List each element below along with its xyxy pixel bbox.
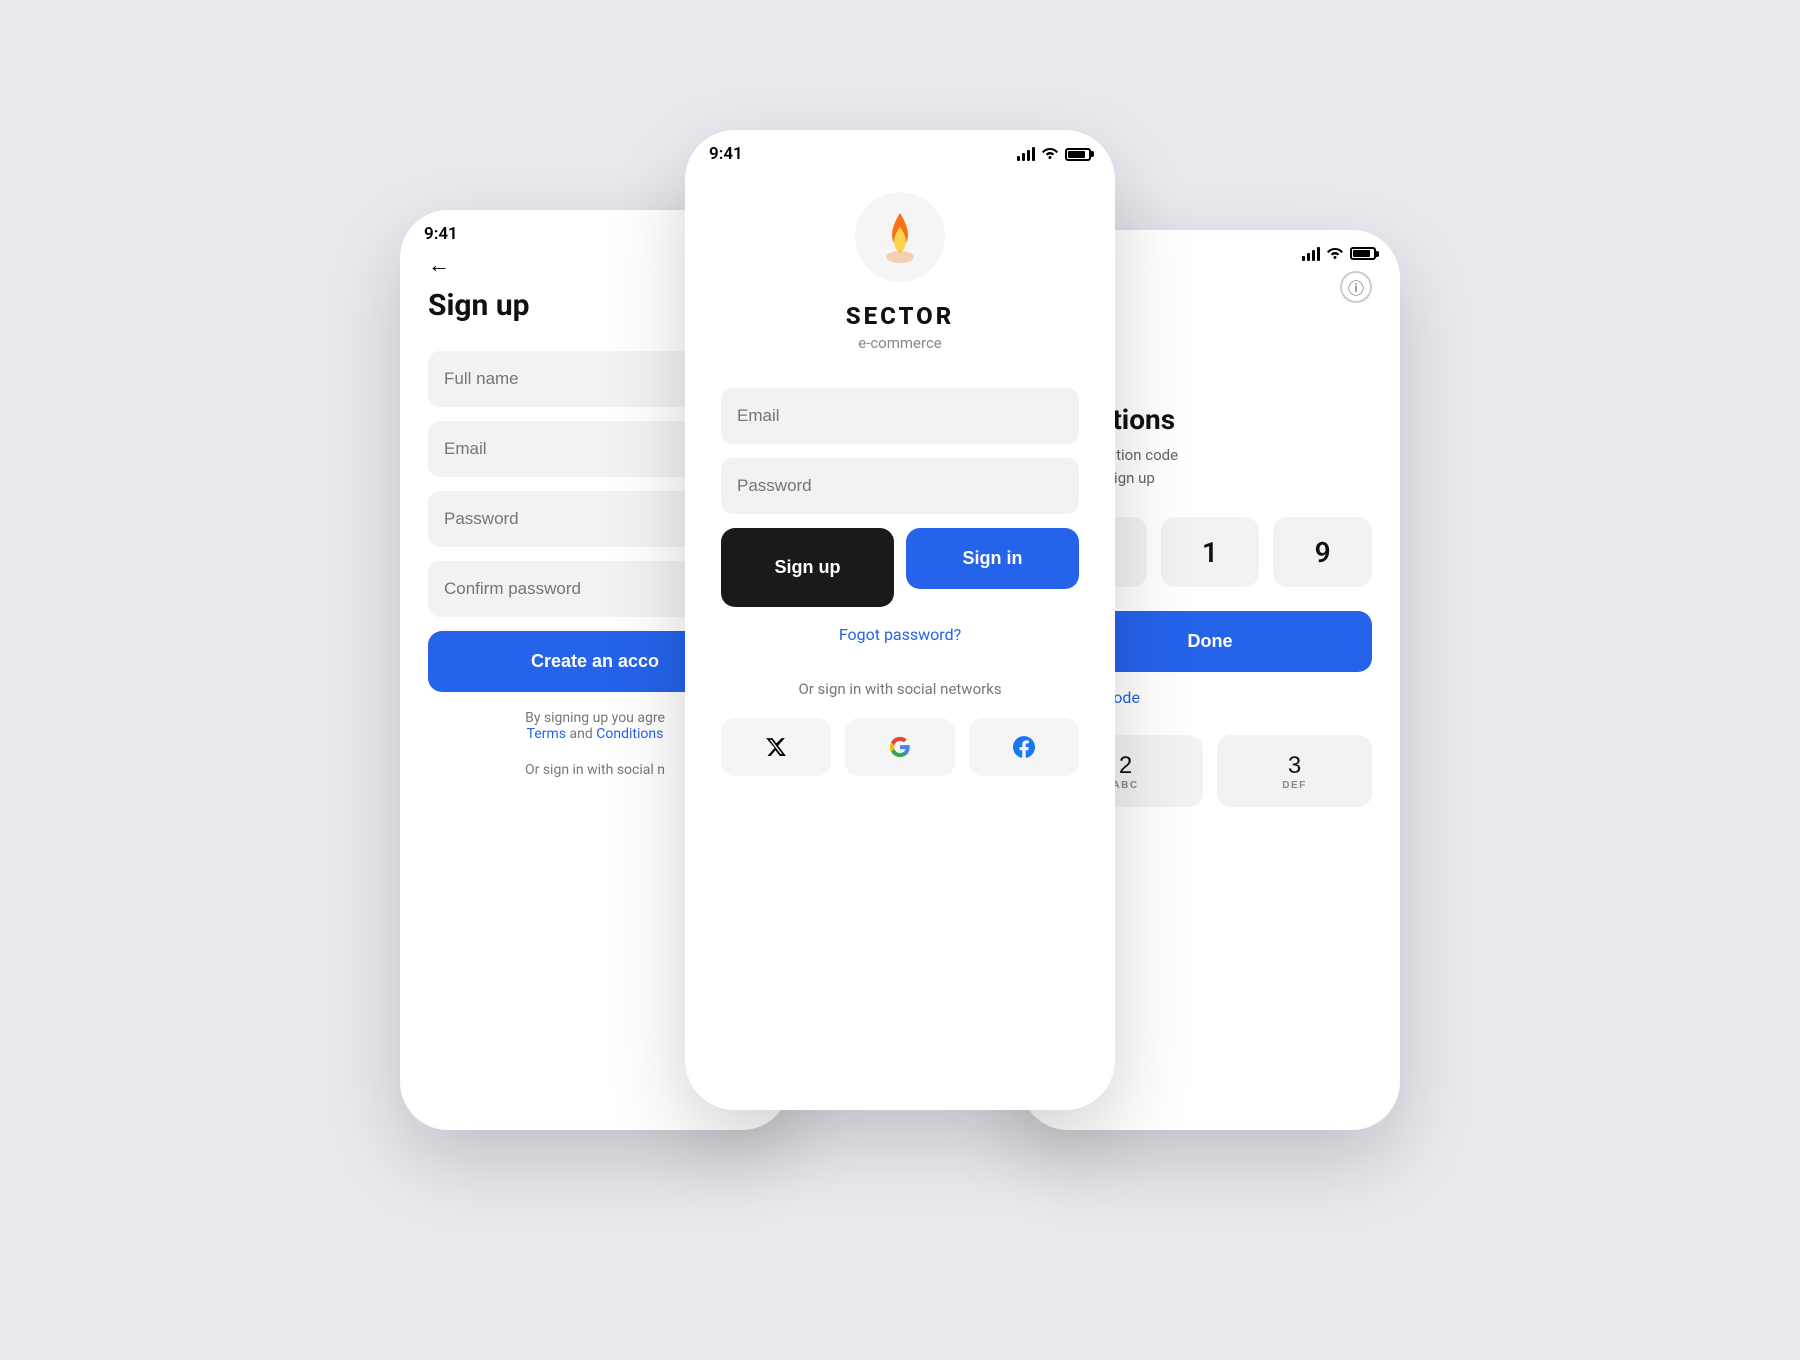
twitter-button[interactable] [721, 718, 831, 776]
terms-link[interactable]: Terms [527, 726, 566, 742]
keypad-letters-3: DEF [1282, 780, 1307, 791]
info-button[interactable]: ⓘ [1340, 271, 1372, 303]
social-buttons [721, 718, 1079, 776]
phone-center-content: SECTOR e-commerce Sign up Sign in Fogot … [685, 172, 1115, 776]
email-input-center[interactable] [721, 388, 1079, 444]
flame-icon [876, 209, 924, 265]
google-button[interactable] [845, 718, 955, 776]
keypad-3[interactable]: 3 DEF [1217, 735, 1372, 807]
keypad-letters-2: ABC [1112, 780, 1138, 791]
wifi-icon-right [1326, 244, 1344, 263]
wifi-icon [1041, 145, 1059, 163]
battery-icon-right [1350, 247, 1376, 260]
keypad-num-2: 2 [1119, 752, 1132, 780]
or-social-divider: Or sign in with social networks [721, 680, 1079, 698]
time-left: 9:41 [424, 224, 458, 244]
brand-name: SECTOR [721, 302, 1079, 330]
signin-button-center[interactable]: Sign in [906, 528, 1079, 589]
notch-center [830, 130, 970, 158]
brand-sub: e-commerce [721, 334, 1079, 352]
signup-button-center[interactable]: Sign up [721, 528, 894, 607]
otp-digit-3[interactable]: 9 [1273, 517, 1372, 587]
center-action-btns: Sign up Sign in [721, 528, 1079, 607]
keypad-num-3: 3 [1288, 752, 1301, 780]
and-text: and [570, 726, 593, 742]
battery-icon [1065, 148, 1091, 161]
otp-digit-2[interactable]: 1 [1161, 517, 1260, 587]
logo-circle [855, 192, 945, 282]
time-center: 9:41 [709, 144, 743, 164]
forgot-password-link[interactable]: Fogot password? [721, 625, 1079, 644]
phones-container: 9:41 ← Sign up Create an acco By signing… [400, 130, 1400, 1230]
password-input-center[interactable] [721, 458, 1079, 514]
facebook-button[interactable] [969, 718, 1079, 776]
notch-left [525, 210, 665, 238]
signal-icon-right [1302, 247, 1320, 261]
status-icons-center [1017, 145, 1091, 163]
signal-icon [1017, 147, 1035, 161]
conditions-link[interactable]: Conditions [596, 726, 663, 742]
phone-center: 9:41 [685, 130, 1115, 1110]
